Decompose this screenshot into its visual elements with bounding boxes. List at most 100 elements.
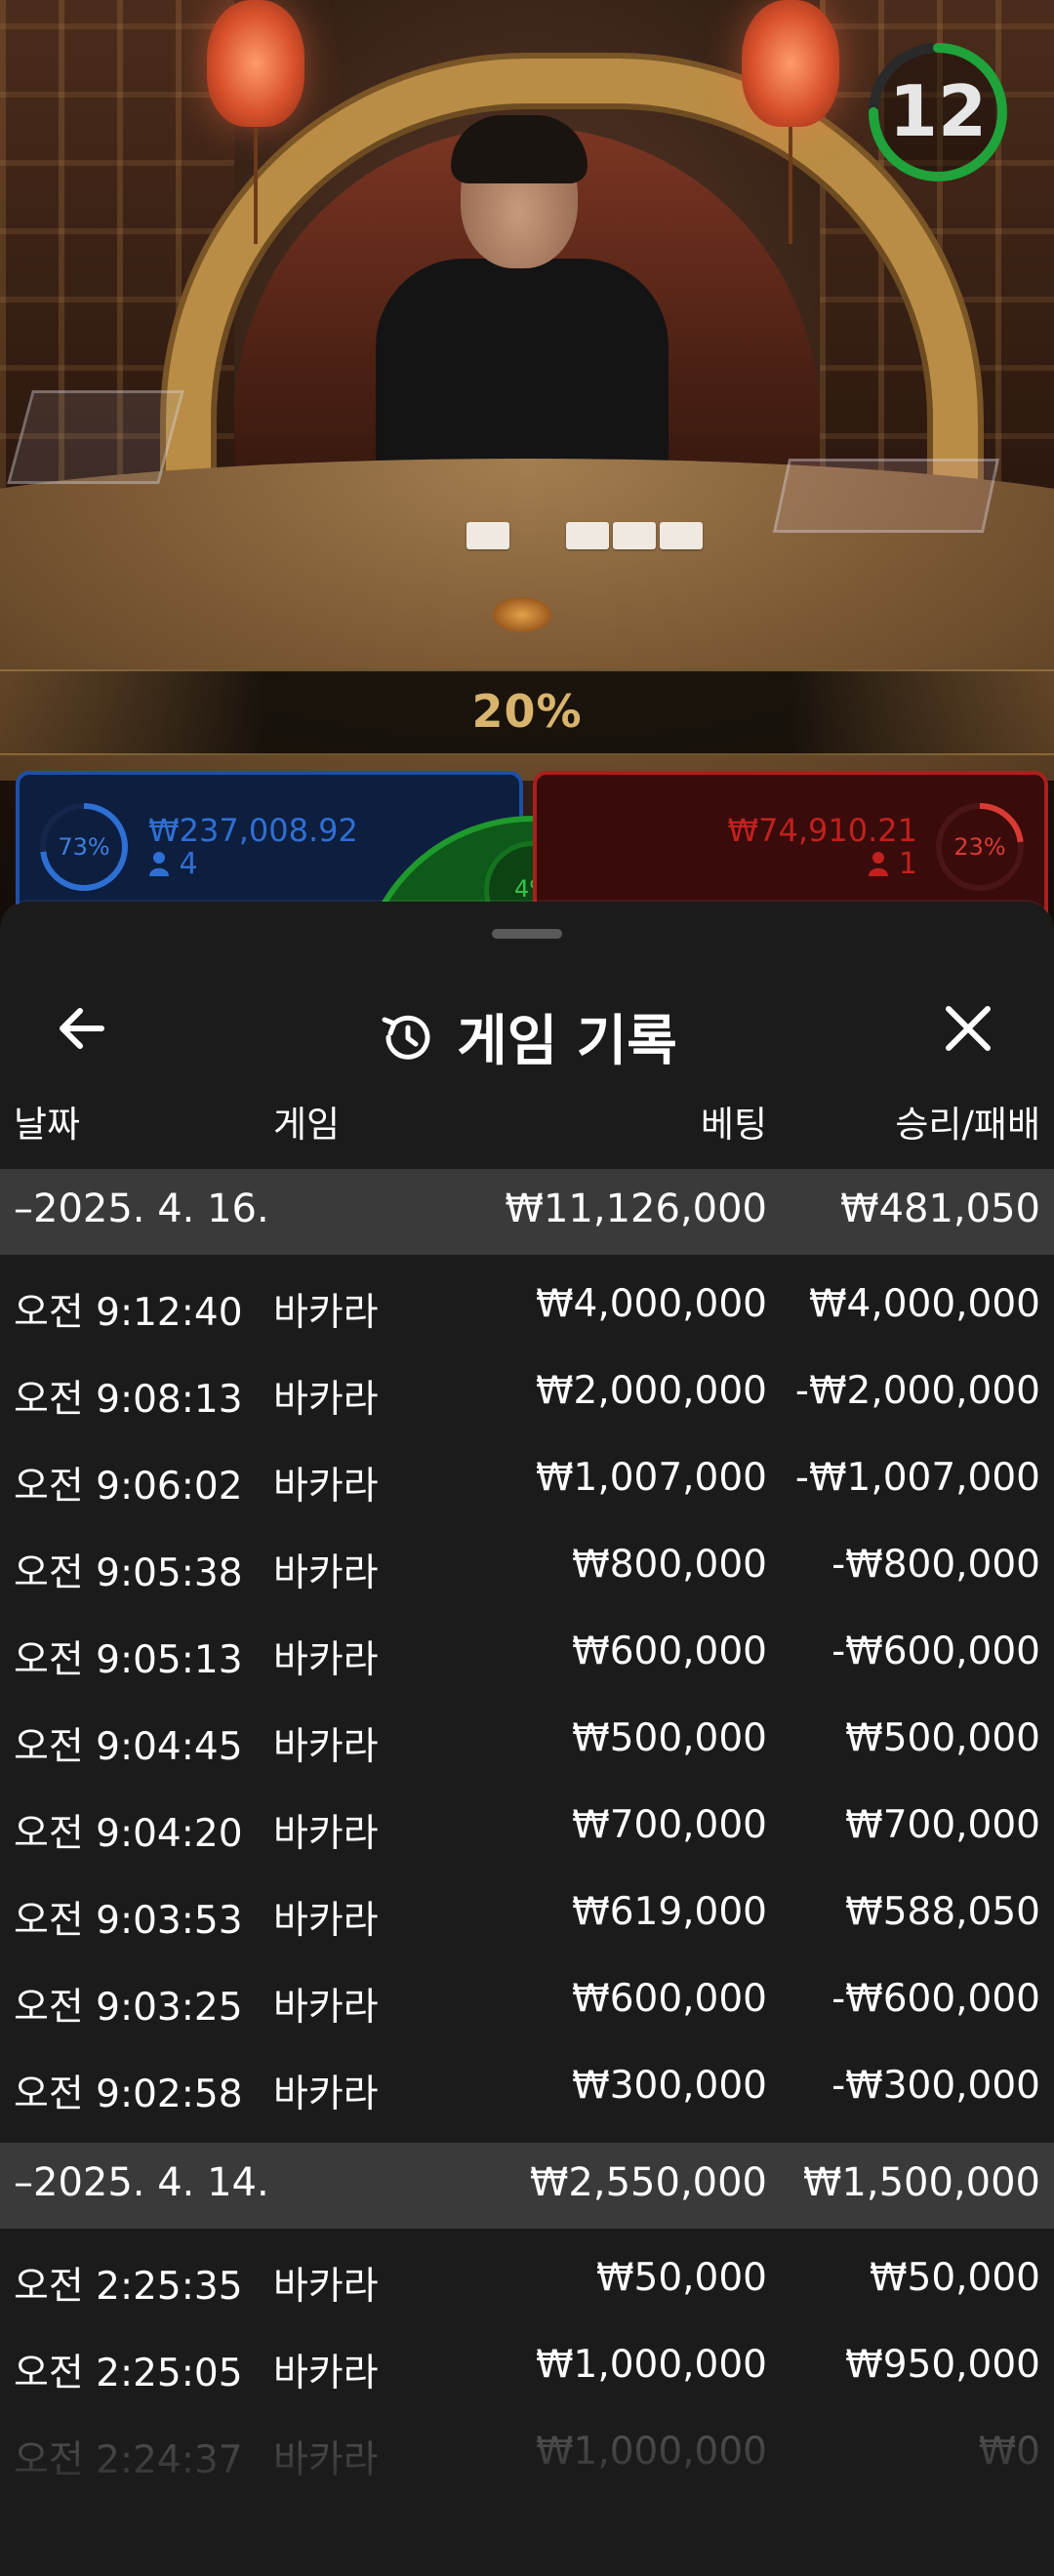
row-time: 오전 9:05:38	[14, 1551, 243, 1595]
card-shoe-right	[772, 459, 1000, 533]
history-row[interactable]: 오전 9:03:53 바카라 ₩619,000 ₩588,050	[0, 1867, 1054, 1953]
history-row[interactable]: 오전 9:05:38 바카라 ₩800,000 -₩800,000	[0, 1519, 1054, 1606]
live-video-feed: 20% 12 73% ₩237,008.92 4 4% ₩74,9	[0, 0, 1054, 937]
row-result: ₩950,000	[845, 2343, 1040, 2387]
close-button[interactable]	[929, 989, 1007, 1067]
history-row[interactable]: 오전 2:25:35 바카라 ₩50,000 ₩50,000	[0, 2233, 1054, 2319]
dealer-hair	[451, 115, 588, 183]
row-result: -₩600,000	[831, 1977, 1040, 2021]
table-chip	[493, 597, 551, 632]
history-row[interactable]: 오전 9:06:02 바카라 ₩1,007,000 -₩1,007,000	[0, 1432, 1054, 1519]
row-time: 오전 9:03:25	[14, 1986, 243, 2030]
row-time: 오전 2:25:05	[14, 2352, 243, 2395]
playing-card	[613, 522, 656, 549]
row-game: 바카라	[273, 1551, 379, 1595]
row-bet: ₩1,000,000	[535, 2343, 767, 2387]
row-result: ₩4,000,000	[808, 1282, 1040, 1326]
row-time: 오전 9:04:45	[14, 1725, 243, 1769]
row-game: 바카라	[273, 1725, 379, 1769]
column-result: 승리/패배	[895, 1104, 1040, 1146]
countdown-timer: 12	[865, 39, 1011, 185]
player-percentage-ring: 73%	[37, 800, 131, 894]
playing-card	[566, 522, 609, 549]
sheet-header: 게임 기록	[0, 960, 1054, 1087]
row-bet: ₩1,007,000	[535, 1456, 767, 1500]
column-bet: 베팅	[700, 1104, 767, 1146]
player-amount: ₩237,008.92	[148, 812, 358, 849]
row-bet: ₩500,000	[572, 1716, 767, 1760]
row-time: 오전 2:25:35	[14, 2265, 243, 2309]
sheet-drag-handle[interactable]	[492, 929, 562, 939]
row-time: 오전 9:08:13	[14, 1378, 243, 1422]
group-result-total: ₩1,500,000	[802, 2160, 1040, 2205]
row-game: 바카라	[273, 2438, 379, 2482]
history-row[interactable]: 오전 2:25:05 바카라 ₩1,000,000 ₩950,000	[0, 2319, 1054, 2406]
banker-percentage-ring: 23%	[933, 800, 1027, 894]
row-game: 바카라	[273, 1291, 379, 1335]
row-bet: ₩700,000	[572, 1803, 767, 1847]
history-row[interactable]: 오전 9:03:25 바카라 ₩600,000 -₩600,000	[0, 1953, 1054, 2040]
row-bet: ₩1,000,000	[535, 2430, 767, 2474]
banker-amount: ₩74,910.21	[727, 812, 918, 849]
date-group-header[interactable]: –2025. 4. 16. ₩11,126,000 ₩481,050	[0, 1169, 1054, 1255]
lantern-right	[742, 0, 839, 244]
player-count-value: 4	[179, 847, 198, 881]
row-time: 오전 9:12:40	[14, 1291, 243, 1335]
close-icon	[946, 1006, 991, 1051]
playing-card	[466, 522, 509, 549]
row-result: ₩588,050	[845, 1890, 1040, 1934]
player-count: 4	[148, 847, 198, 881]
history-row[interactable]: 오전 9:02:58 바카라 ₩300,000 -₩300,000	[0, 2040, 1054, 2127]
row-game: 바카라	[273, 2073, 379, 2116]
timer-value: 12	[888, 70, 988, 152]
group-bet-total: ₩11,126,000	[505, 1187, 767, 1231]
history-row[interactable]: 오전 9:08:13 바카라 ₩2,000,000 -₩2,000,000	[0, 1346, 1054, 1432]
row-bet: ₩800,000	[572, 1543, 767, 1587]
person-icon	[869, 852, 889, 876]
playing-card	[660, 522, 703, 549]
row-result: ₩700,000	[845, 1803, 1040, 1847]
card-shoe-left	[7, 390, 184, 484]
row-result: -₩800,000	[831, 1543, 1040, 1587]
row-time: 오전 9:05:13	[14, 1638, 243, 1682]
group-bet-total: ₩2,550,000	[529, 2160, 767, 2205]
row-bet: ₩300,000	[572, 2064, 767, 2108]
player-percentage: 73%	[58, 833, 110, 861]
row-result: ₩0	[978, 2430, 1040, 2474]
game-history-sheet: 게임 기록 날짜 게임 베팅 승리/패배 –2025. 4. 16. ₩11,1…	[0, 902, 1054, 2576]
banker-count: 1	[868, 847, 917, 881]
row-bet: ₩4,000,000	[535, 1282, 767, 1326]
row-game: 바카라	[273, 1378, 379, 1422]
row-bet: ₩600,000	[572, 1977, 767, 2021]
group-date: –2025. 4. 14.	[14, 2160, 269, 2205]
history-row[interactable]: 오전 9:12:40 바카라 ₩4,000,000 ₩4,000,000	[0, 1259, 1054, 1346]
banker-percentage: 23%	[953, 833, 1006, 861]
row-game: 바카라	[273, 1986, 379, 2030]
sheet-title-group: 게임 기록	[0, 997, 1054, 1076]
row-result: -₩600,000	[831, 1630, 1040, 1673]
row-game: 바카라	[273, 1465, 379, 1509]
sheet-title: 게임 기록	[457, 1010, 677, 1073]
row-bet: ₩2,000,000	[535, 1369, 767, 1413]
row-game: 바카라	[273, 1899, 379, 1943]
row-time: 오전 9:06:02	[14, 1465, 243, 1509]
history-row[interactable]: 오전 9:04:20 바카라 ₩700,000 ₩700,000	[0, 1780, 1054, 1867]
history-row[interactable]: 오전 9:04:45 바카라 ₩500,000 ₩500,000	[0, 1693, 1054, 1780]
row-time: 오전 9:02:58	[14, 2073, 243, 2116]
row-bet: ₩50,000	[595, 2256, 767, 2300]
row-time: 오전 9:04:20	[14, 1812, 243, 1856]
history-row[interactable]: 오전 2:24:37 바카라 ₩1,000,000 ₩0	[0, 2406, 1054, 2493]
row-result: -₩300,000	[831, 2064, 1040, 2108]
row-time: 오전 2:24:37	[14, 2438, 243, 2482]
date-group-header[interactable]: –2025. 4. 14. ₩2,550,000 ₩1,500,000	[0, 2143, 1054, 2229]
row-bet: ₩600,000	[572, 1630, 767, 1673]
column-game: 게임	[273, 1104, 341, 1146]
row-game: 바카라	[273, 2352, 379, 2395]
row-game: 바카라	[273, 1812, 379, 1856]
table-percentage-bar: 20%	[0, 669, 1054, 755]
table-percentage: 20%	[471, 685, 583, 738]
row-game: 바카라	[273, 1638, 379, 1682]
history-row[interactable]: 오전 9:05:13 바카라 ₩600,000 -₩600,000	[0, 1606, 1054, 1693]
row-result: ₩500,000	[845, 1716, 1040, 1760]
person-icon	[149, 852, 169, 876]
